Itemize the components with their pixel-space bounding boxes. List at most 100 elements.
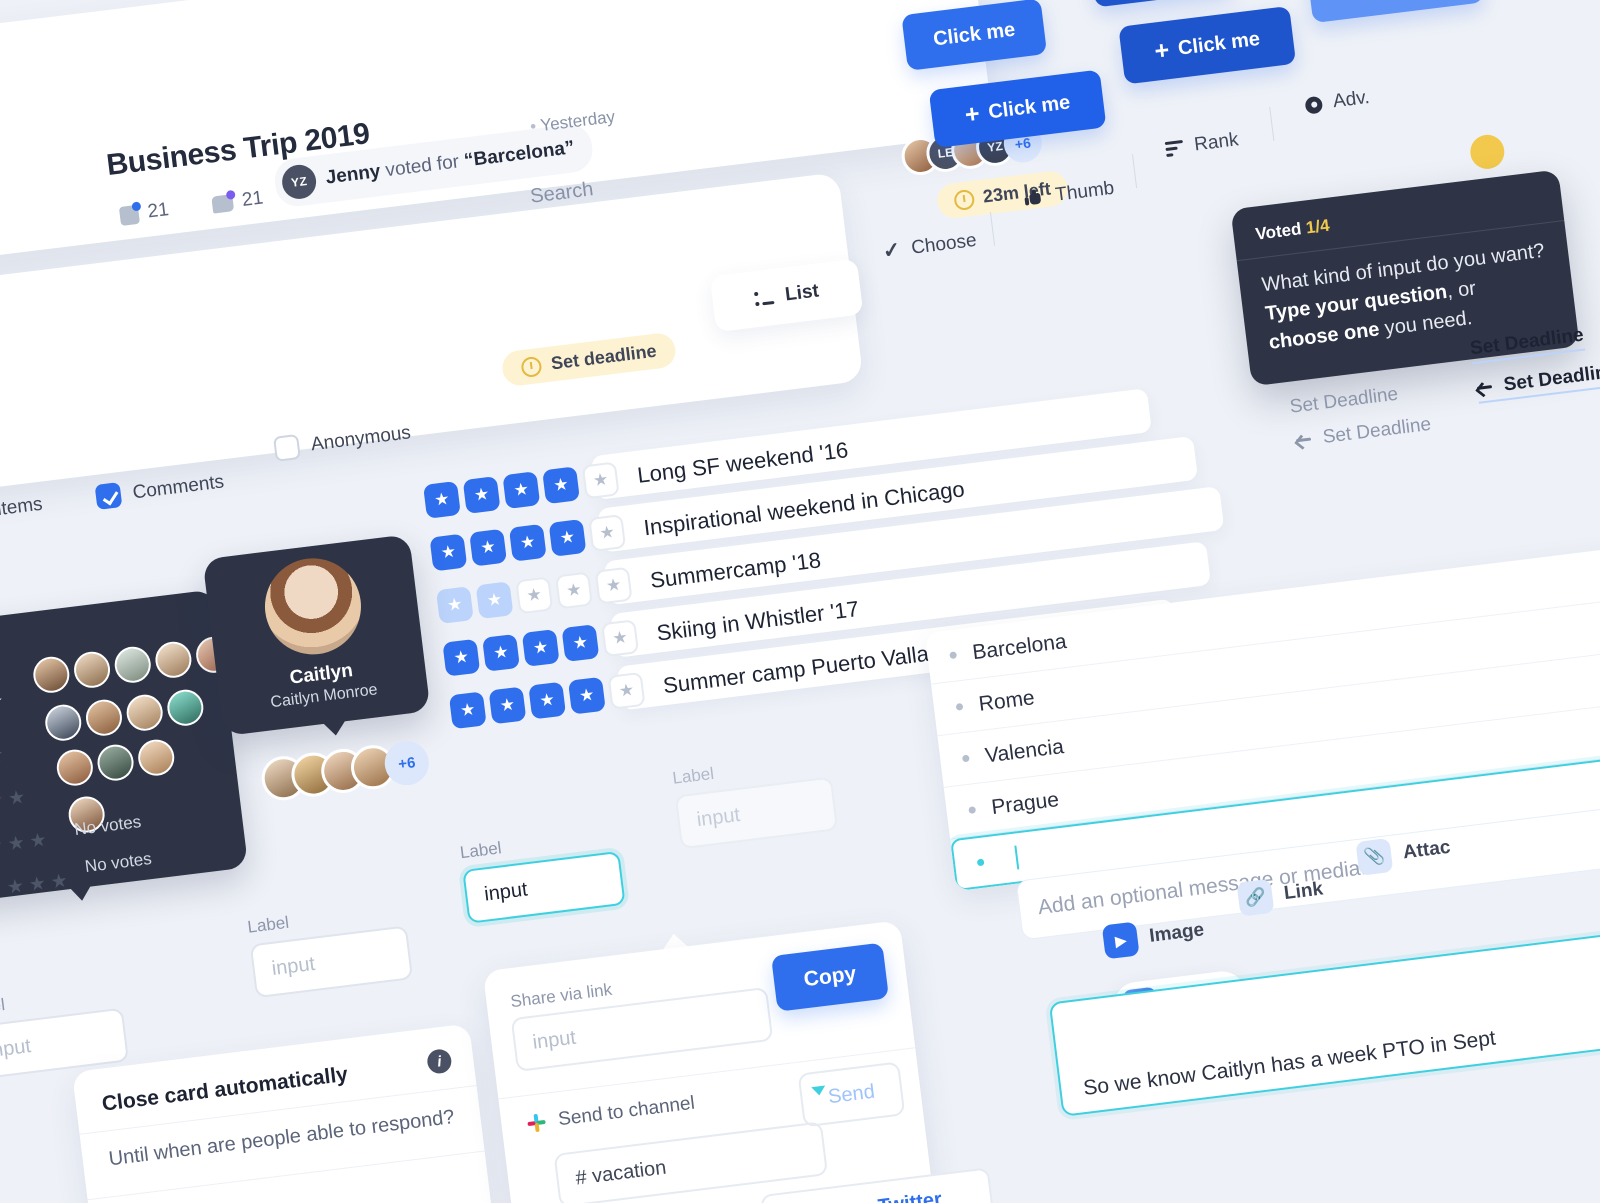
- back-arrow-icon: [1476, 380, 1494, 396]
- star-icon[interactable]: ★: [482, 633, 520, 672]
- star-icon[interactable]: ★: [581, 460, 620, 499]
- star-icon[interactable]: ★: [429, 533, 468, 571]
- star-icon[interactable]: ★: [502, 470, 541, 509]
- person-avatar-stack[interactable]: +6: [259, 738, 432, 803]
- star-icon: ★: [0, 789, 5, 813]
- bullet-icon: [949, 651, 958, 660]
- click-me-button-dark[interactable]: Click me: [1088, 0, 1235, 8]
- avatar: [112, 644, 153, 685]
- star-icon[interactable]: ★: [561, 623, 600, 662]
- tooltip-accent-dot: [1468, 132, 1507, 171]
- avatar: [95, 742, 136, 783]
- bullet-icon: [976, 858, 985, 866]
- avatar: [83, 697, 125, 738]
- card-icon: [118, 204, 140, 226]
- star-icon[interactable]: ★: [567, 676, 606, 715]
- star-icon[interactable]: ★: [528, 681, 567, 719]
- input-field-2[interactable]: Label input: [246, 899, 414, 999]
- star-icon[interactable]: ★: [607, 671, 646, 710]
- avatar: [124, 692, 165, 733]
- checkbox-unchecked-icon[interactable]: [272, 433, 301, 462]
- star-icon: ★: [5, 875, 26, 899]
- star-icon[interactable]: ★: [594, 566, 633, 605]
- text-input[interactable]: input: [249, 925, 414, 999]
- back-arrow-icon: [1295, 432, 1313, 448]
- voted-status: Voted 1/4: [1254, 215, 1331, 244]
- choose-tool[interactable]: ✓ Choose: [881, 228, 978, 264]
- comments-checkbox[interactable]: Comments: [94, 469, 226, 510]
- comment-icon: [211, 193, 235, 214]
- rating-label: Summercamp '18: [648, 546, 823, 593]
- star-icon[interactable]: ★: [515, 575, 554, 614]
- star-icon: ★: [6, 786, 27, 810]
- add-click-me-button-dark[interactable]: + Click me: [1118, 5, 1297, 85]
- star-icon: ★: [27, 873, 48, 897]
- check-icon: ✓: [881, 238, 902, 264]
- star-icon[interactable]: ★: [448, 690, 487, 729]
- toolbar-divider: [1131, 154, 1138, 188]
- info-icon[interactable]: i: [425, 1048, 453, 1075]
- design-system-canvas: Threads Starred Results Search Business …: [0, 0, 1600, 1203]
- paperclip-icon: 📎: [1355, 837, 1394, 876]
- star-icon[interactable]: ★: [588, 513, 627, 552]
- star-icon[interactable]: ★: [442, 638, 481, 677]
- text-input[interactable]: input: [462, 850, 626, 924]
- set-deadline-link-active-with-arrow[interactable]: Set Deadline: [1475, 360, 1600, 404]
- video-icon: ▶: [1101, 921, 1140, 960]
- rank-tool[interactable]: Rank: [1164, 129, 1240, 160]
- send-to-channel-row[interactable]: Send to channel: [524, 1093, 696, 1136]
- link-icon: 🔗: [1236, 878, 1275, 917]
- advanced-tool[interactable]: Adv.: [1304, 87, 1371, 117]
- input-field-1[interactable]: Label input: [0, 981, 130, 1081]
- list-icon: [753, 290, 775, 307]
- star-icon: ★: [0, 835, 5, 858]
- close-card-question: Until when are people able to respond?: [107, 1106, 456, 1171]
- voted-text: voted for: [384, 151, 461, 182]
- avatar: [259, 552, 367, 660]
- star-icon: ★: [28, 829, 48, 853]
- plus-icon: +: [963, 99, 982, 130]
- avatar: [153, 639, 194, 680]
- voter-name: Jenny: [324, 161, 382, 189]
- star-icon: ★: [49, 870, 70, 894]
- channel-input[interactable]: # vacation: [553, 1121, 829, 1203]
- plus-icon: +: [1152, 35, 1171, 66]
- rank-icon: [1164, 139, 1185, 157]
- star-icon[interactable]: ★: [554, 571, 593, 609]
- star-icon[interactable]: ★: [542, 465, 580, 504]
- rating-list: ★ ★ ★ ★ ★ Long SF weekend '16 ★ ★ ★ ★ ★ …: [422, 388, 1225, 738]
- star-icon[interactable]: ★: [521, 628, 560, 667]
- copy-button[interactable]: Copy: [771, 942, 889, 1012]
- add-click-me-button-light[interactable]: + Click me: [1306, 0, 1485, 24]
- star-icon[interactable]: ★: [435, 585, 474, 624]
- avatar: [43, 702, 84, 743]
- avatar: YZ: [280, 162, 319, 201]
- star-icon[interactable]: ★: [488, 685, 527, 724]
- clock-icon: [953, 188, 976, 211]
- share-card: Share via link input Copy Send to channe…: [482, 920, 995, 1203]
- star-icon[interactable]: ★: [462, 475, 501, 514]
- star-icon[interactable]: ★: [422, 480, 461, 519]
- star-icon[interactable]: ★: [548, 518, 587, 557]
- gear-icon: [1304, 95, 1324, 115]
- star-icon: ★: [6, 832, 26, 856]
- input-field-focused[interactable]: Label input: [459, 824, 626, 924]
- text-input: input: [674, 776, 839, 850]
- set-deadline-link-with-arrow[interactable]: Set Deadline: [1295, 414, 1433, 452]
- star-icon[interactable]: ★: [475, 580, 514, 619]
- star-icon[interactable]: ★: [601, 618, 640, 657]
- thumb-icon: [1024, 188, 1046, 208]
- set-deadline-link[interactable]: Set Deadline: [1289, 384, 1400, 419]
- toolbar-divider: [989, 211, 996, 246]
- card-tail: [321, 718, 349, 738]
- star-icon: ★: [0, 878, 4, 902]
- star-icon[interactable]: ★: [508, 523, 547, 562]
- close-card-title: Close card automatically: [100, 1062, 350, 1116]
- send-button[interactable]: Send: [797, 1061, 906, 1128]
- voted-option: “Barcelona”: [462, 137, 576, 172]
- star-icon[interactable]: ★: [469, 528, 507, 567]
- slack-icon: [524, 1111, 549, 1136]
- checkbox-checked-icon[interactable]: [94, 482, 123, 510]
- clock-icon: [520, 355, 543, 378]
- person-hover-card: Caitlyn Caitlyn Monroe: [202, 534, 431, 737]
